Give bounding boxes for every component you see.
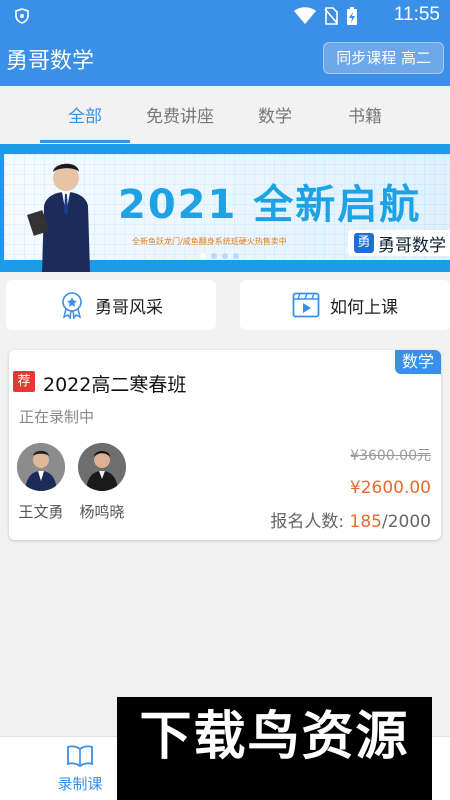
enrollment-count: 报名人数: 185/2000 [270, 507, 431, 532]
teacher-name: 杨鸣晓 [79, 503, 125, 521]
original-price: ¥3600.00元 [350, 448, 431, 464]
pagination-dot[interactable] [222, 253, 228, 259]
app-bar: 勇哥数学 同步课程 高二 [0, 32, 450, 86]
banner-subline: 全新鱼跃龙门/咸鱼翻身系统班硬火热售卖中 [132, 237, 287, 246]
current-price: ¥2600.00 [349, 478, 431, 498]
course-status: 正在录制中 [19, 408, 95, 426]
teacher-photo [26, 163, 90, 272]
recommend-badge: 荐 [13, 371, 35, 392]
subject-tag: 数学 [395, 350, 441, 374]
course-title: 2022高二寒春班 [43, 374, 187, 396]
pagination-dot[interactable] [200, 253, 206, 259]
enroll-total: /2000 [382, 512, 431, 532]
tab-all[interactable]: 全部 [35, 102, 135, 127]
app-title: 勇哥数学 [6, 49, 95, 74]
avatar [17, 443, 65, 491]
brand-text: 勇哥数学 [378, 235, 446, 256]
banner-pagination [200, 253, 239, 259]
course-card[interactable]: 数学 荐 2022高二寒春班 正在录制中 王文勇 杨鸣晓 ¥3600.00元 ¥… [9, 350, 441, 540]
tab-free-lectures[interactable]: 免费讲座 [130, 102, 230, 127]
teacher-item[interactable]: 杨鸣晓 [76, 443, 128, 522]
brand-logo-mark: 勇 [354, 233, 374, 253]
book-open-icon [67, 745, 93, 768]
category-tabs: 全部 免费讲座 数学 书籍 [0, 86, 450, 144]
active-tab-indicator [40, 140, 130, 143]
tab-math[interactable]: 数学 [225, 102, 325, 127]
video-play-icon [292, 292, 320, 318]
teacher-showcase-button[interactable]: 勇哥风采 [6, 280, 216, 330]
sim-off-icon [324, 7, 338, 25]
how-to-attend-label: 如何上课 [330, 297, 398, 318]
pagination-dot[interactable] [233, 253, 239, 259]
nav-recorded-courses-label: 录制课 [57, 775, 103, 793]
wifi-icon [294, 7, 316, 24]
sync-course-button[interactable]: 同步课程 高二 [323, 42, 444, 74]
teacher-item[interactable]: 王文勇 [15, 443, 67, 522]
tab-books[interactable]: 书籍 [315, 102, 415, 127]
enroll-current: 185 [349, 512, 382, 532]
enroll-label: 报名人数: [270, 512, 345, 532]
status-bar: 11:55 [0, 0, 450, 32]
nav-recorded-courses[interactable]: 录制课 [48, 745, 112, 794]
banner-brand: 勇 勇哥数学 [348, 230, 450, 256]
watermark: 下载鸟资源 [117, 697, 432, 800]
how-to-attend-button[interactable]: 如何上课 [240, 280, 450, 330]
teacher-name: 王文勇 [18, 503, 64, 521]
avatar [78, 443, 126, 491]
teacher-showcase-label: 勇哥风采 [95, 297, 163, 318]
pagination-dot[interactable] [211, 253, 217, 259]
banner-headline: 2021 全新启航 [118, 182, 422, 228]
medal-icon [62, 292, 82, 319]
battery-charging-icon [347, 7, 357, 25]
shield-icon [15, 8, 29, 24]
status-time: 11:55 [393, 4, 440, 25]
